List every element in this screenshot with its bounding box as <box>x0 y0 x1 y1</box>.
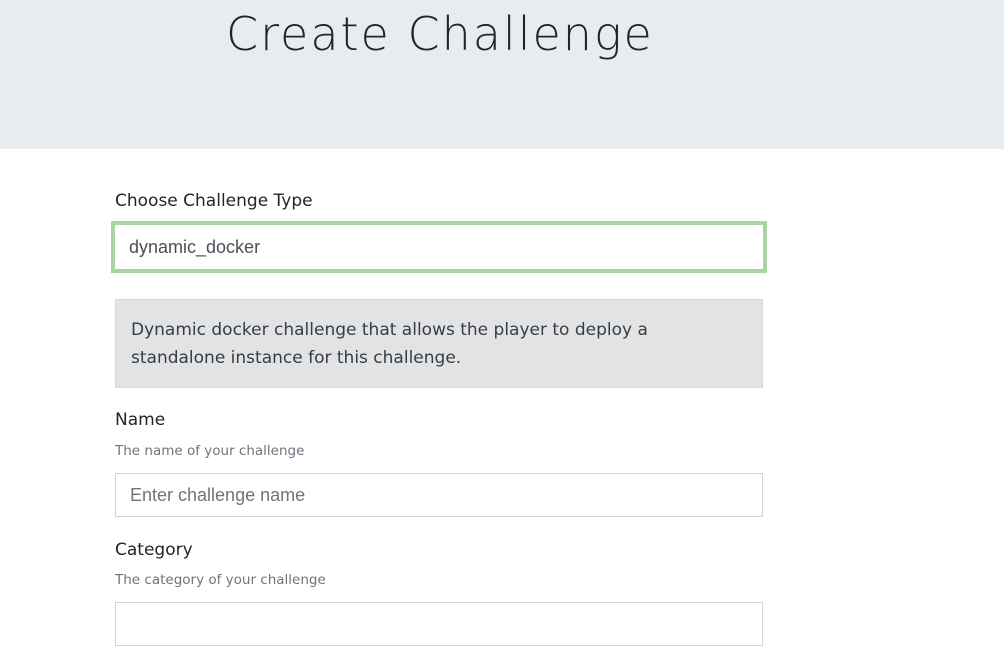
challenge-type-label: Choose Challenge Type <box>115 191 313 211</box>
challenge-name-input[interactable] <box>115 473 763 517</box>
name-help-text: The name of your challenge <box>115 443 305 459</box>
category-label: Category <box>115 540 193 560</box>
page-title: Create Challenge <box>226 7 654 61</box>
challenge-category-input[interactable] <box>115 602 763 646</box>
category-help-text: The category of your challenge <box>115 572 326 588</box>
page-header: Create Challenge <box>0 0 1004 149</box>
challenge-type-select[interactable]: dynamic_docker <box>111 221 767 273</box>
challenge-type-description: Dynamic docker challenge that allows the… <box>115 299 763 388</box>
name-label: Name <box>115 410 166 430</box>
challenge-type-selected-value: dynamic_docker <box>129 236 261 257</box>
